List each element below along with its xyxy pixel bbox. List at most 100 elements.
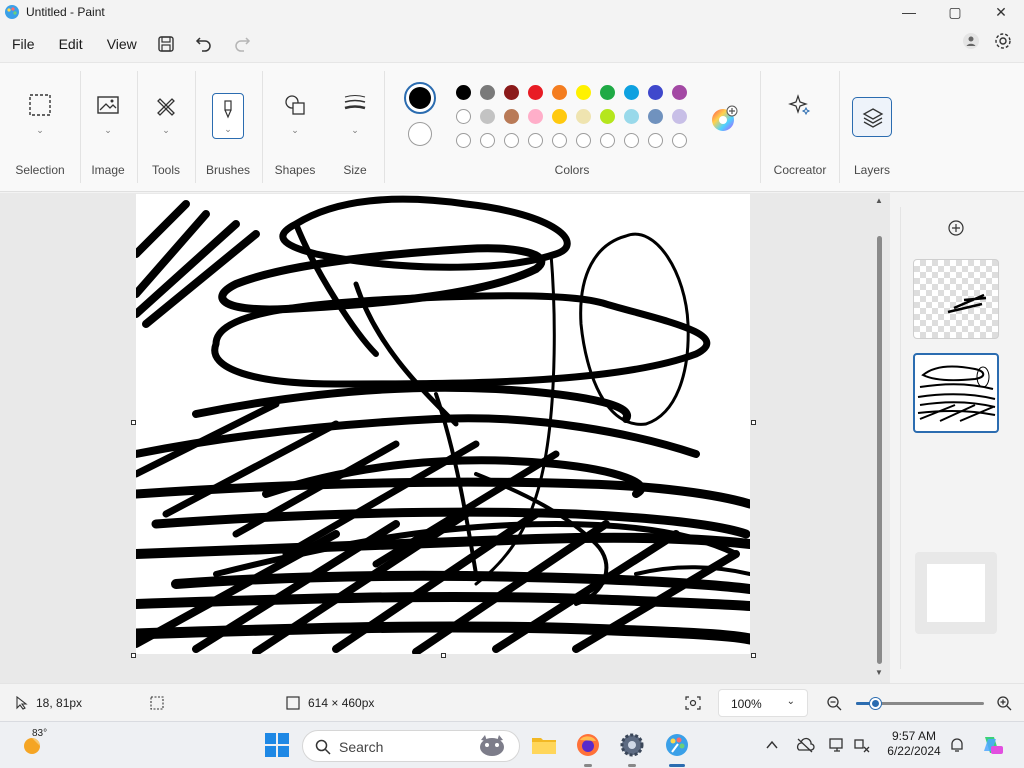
color-swatch[interactable] bbox=[480, 109, 495, 124]
secondary-color-swatch[interactable] bbox=[408, 122, 432, 146]
undo-icon[interactable] bbox=[195, 35, 213, 53]
scrollbar-thumb[interactable] bbox=[877, 236, 882, 664]
color-swatch[interactable] bbox=[528, 85, 543, 100]
taskbar-search[interactable]: Search bbox=[302, 730, 520, 762]
weather-widget[interactable]: 83° bbox=[20, 728, 48, 761]
color-swatch[interactable] bbox=[600, 109, 615, 124]
save-icon[interactable] bbox=[157, 35, 175, 53]
brush-icon[interactable] bbox=[220, 99, 236, 119]
account-icon[interactable] bbox=[962, 32, 980, 50]
layer-thumbnail-bottom[interactable] bbox=[913, 353, 999, 433]
custom-color-slot[interactable] bbox=[504, 133, 519, 148]
custom-color-slot[interactable] bbox=[528, 133, 543, 148]
tools-icon[interactable] bbox=[154, 93, 178, 117]
image-icon[interactable] bbox=[96, 93, 120, 117]
color-swatch[interactable] bbox=[552, 109, 567, 124]
cursor-position-status: 18, 81px bbox=[16, 696, 82, 710]
color-swatch[interactable] bbox=[576, 85, 591, 100]
background-layer-thumbnail[interactable] bbox=[915, 552, 997, 634]
layers-label: Layers bbox=[853, 163, 891, 177]
maximize-button[interactable]: ▢ bbox=[932, 0, 978, 24]
custom-color-slot[interactable] bbox=[648, 133, 663, 148]
layer-thumbnail-top[interactable] bbox=[913, 259, 999, 339]
shapes-group[interactable]: ⌄ Shapes bbox=[263, 63, 327, 193]
color-swatch[interactable] bbox=[624, 109, 639, 124]
zoom-value: 100% bbox=[731, 697, 762, 711]
custom-color-slot[interactable] bbox=[600, 133, 615, 148]
image-group[interactable]: ⌄ Image bbox=[80, 63, 136, 193]
color-swatch[interactable] bbox=[504, 109, 519, 124]
color-swatch[interactable] bbox=[576, 109, 591, 124]
firefox-icon[interactable] bbox=[575, 732, 601, 758]
zoom-in-icon[interactable] bbox=[996, 695, 1012, 711]
chevron-down-icon[interactable]: ⌄ bbox=[224, 124, 232, 135]
custom-color-slot[interactable] bbox=[576, 133, 591, 148]
color-swatch[interactable] bbox=[672, 85, 687, 100]
color-swatch[interactable] bbox=[648, 109, 663, 124]
color-swatch[interactable] bbox=[552, 85, 567, 100]
cocreator-icon[interactable] bbox=[788, 93, 812, 117]
primary-color-swatch[interactable] bbox=[404, 82, 436, 114]
taskbar-clock[interactable]: 9:57 AM 6/22/2024 bbox=[880, 729, 948, 759]
color-swatch[interactable] bbox=[480, 85, 495, 100]
menu-view[interactable]: View bbox=[95, 36, 149, 52]
custom-color-slot[interactable] bbox=[480, 133, 495, 148]
custom-color-slot[interactable] bbox=[456, 133, 471, 148]
paint-app-icon[interactable] bbox=[664, 732, 690, 758]
layers-button[interactable] bbox=[852, 97, 892, 137]
chevron-down-icon[interactable]: ⌄ bbox=[36, 125, 44, 136]
minimize-button[interactable]: — bbox=[886, 0, 932, 24]
scroll-down-icon[interactable]: ▼ bbox=[875, 668, 883, 677]
tools-group[interactable]: ⌄ Tools bbox=[137, 63, 195, 193]
zoom-slider[interactable] bbox=[856, 698, 984, 709]
drawing-canvas[interactable] bbox=[136, 194, 750, 654]
chevron-up-icon[interactable] bbox=[765, 739, 779, 751]
colors-group: Colors bbox=[385, 63, 759, 193]
notification-icon[interactable] bbox=[948, 736, 966, 754]
color-swatch[interactable] bbox=[672, 109, 687, 124]
display-icon[interactable] bbox=[828, 736, 846, 754]
shapes-icon[interactable] bbox=[283, 93, 307, 117]
color-picker-icon[interactable] bbox=[710, 105, 738, 133]
canvas-size-status: 614 × 460px bbox=[286, 696, 374, 710]
custom-color-slot[interactable] bbox=[672, 133, 687, 148]
search-highlight-icon bbox=[480, 735, 504, 756]
settings-app-icon[interactable] bbox=[619, 732, 645, 758]
onedrive-icon[interactable] bbox=[795, 737, 815, 753]
color-swatch[interactable] bbox=[648, 85, 663, 100]
brushes-group[interactable]: ⌄ Brushes bbox=[196, 63, 260, 193]
cocreator-group[interactable]: Cocreator bbox=[761, 63, 839, 193]
menu-file[interactable]: File bbox=[0, 36, 47, 52]
chevron-down-icon[interactable]: ⌄ bbox=[351, 125, 359, 136]
zoom-out-icon[interactable] bbox=[826, 695, 842, 711]
color-swatch[interactable] bbox=[528, 109, 543, 124]
zoom-slider-knob[interactable] bbox=[870, 698, 881, 709]
chevron-down-icon[interactable]: ⌄ bbox=[162, 125, 170, 136]
color-swatch[interactable] bbox=[456, 85, 471, 100]
size-icon[interactable] bbox=[343, 93, 367, 113]
color-swatch[interactable] bbox=[504, 85, 519, 100]
custom-color-slot[interactable] bbox=[552, 133, 567, 148]
fit-to-window-icon[interactable] bbox=[685, 696, 701, 710]
color-swatch[interactable] bbox=[624, 85, 639, 100]
menu-edit[interactable]: Edit bbox=[47, 36, 95, 52]
vertical-scrollbar[interactable]: ▲ ▼ bbox=[875, 196, 884, 677]
custom-color-slot[interactable] bbox=[624, 133, 639, 148]
zoom-dropdown[interactable]: 100% ⌄ bbox=[718, 689, 808, 717]
file-explorer-icon[interactable] bbox=[531, 732, 557, 758]
settings-icon[interactable] bbox=[994, 32, 1012, 50]
chevron-down-icon[interactable]: ⌄ bbox=[104, 125, 112, 136]
copilot-icon[interactable] bbox=[980, 733, 1004, 757]
redo-icon[interactable] bbox=[233, 35, 251, 53]
close-button[interactable]: ✕ bbox=[978, 0, 1024, 24]
selection-group[interactable]: ⌄ Selection bbox=[0, 63, 80, 193]
start-icon[interactable] bbox=[264, 732, 290, 758]
color-swatch[interactable] bbox=[456, 109, 471, 124]
selection-icon[interactable] bbox=[28, 93, 52, 117]
scroll-up-icon[interactable]: ▲ bbox=[875, 196, 883, 205]
color-swatch[interactable] bbox=[600, 85, 615, 100]
add-layer-icon[interactable] bbox=[948, 220, 964, 236]
chevron-down-icon[interactable]: ⌄ bbox=[291, 125, 299, 136]
network-icon[interactable] bbox=[853, 736, 871, 754]
size-group[interactable]: ⌄ Size bbox=[327, 63, 383, 193]
